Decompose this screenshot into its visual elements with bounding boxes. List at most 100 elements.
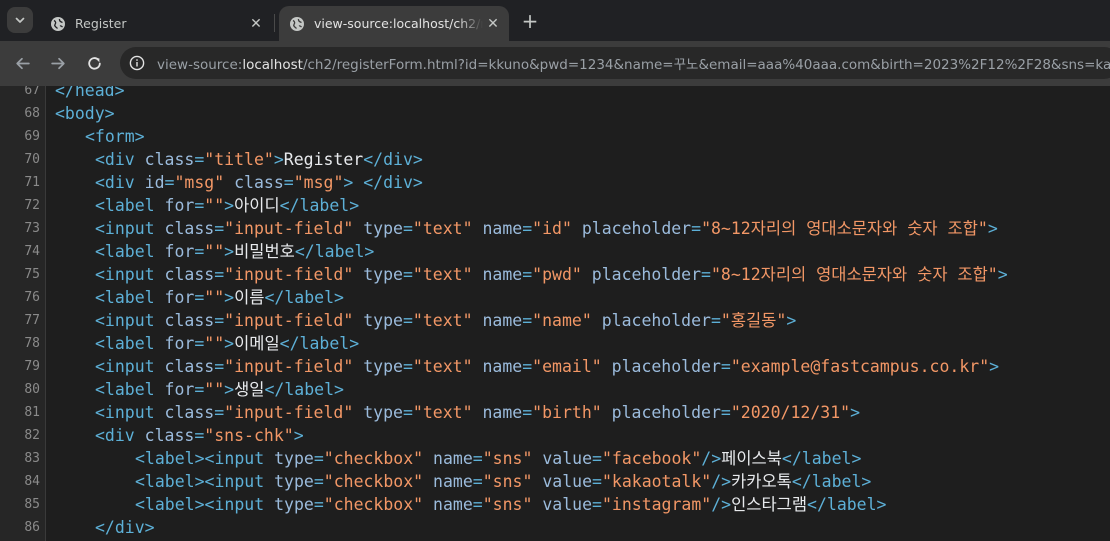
code-token: > — [224, 380, 235, 399]
code-token: > — [850, 403, 861, 422]
globe-favicon-icon — [51, 16, 65, 31]
code-token: = — [402, 219, 413, 238]
code-token: value — [542, 449, 593, 468]
code-token: = — [522, 311, 533, 330]
source-line: 76 <label for="">이름</label> — [0, 286, 1110, 309]
code-text: <input class="input-field" type="text" n… — [95, 309, 796, 332]
url-path: /ch2/registerForm.html?id=kkuno&pwd=1234… — [302, 57, 1110, 73]
reload-button[interactable] — [81, 50, 107, 76]
url-host: localhost — [242, 57, 303, 73]
code-token: "input-field" — [224, 265, 354, 284]
tab-view-source[interactable]: view-source:localhost/ch2/registerForm.h… — [279, 6, 509, 41]
tab-title: view-source:localhost/ch2/registerForm.h… — [314, 16, 483, 31]
code-token: > — [224, 334, 235, 353]
code-token: = — [720, 357, 731, 376]
code-token: <form> — [85, 127, 145, 146]
close-icon[interactable]: ✕ — [246, 14, 266, 34]
code-token: = — [194, 196, 205, 215]
browser-toolbar: view-source:localhost/ch2/registerForm.h… — [0, 41, 1110, 86]
code-token: "text" — [412, 403, 473, 422]
code-token: class — [164, 311, 215, 330]
code-token: = — [522, 357, 533, 376]
code-token: name — [482, 219, 523, 238]
code-token: class — [164, 403, 215, 422]
line-number: 80 — [24, 382, 40, 397]
code-text: <label for="">비밀번호</label> — [95, 240, 374, 263]
code-token: = — [402, 403, 413, 422]
code-token: 이름 — [234, 288, 265, 307]
forward-button[interactable] — [45, 50, 71, 76]
close-icon[interactable]: ✕ — [483, 14, 503, 34]
url-scheme: view-source: — [157, 57, 243, 73]
code-token: = — [592, 495, 602, 514]
code-token: placeholder — [601, 311, 711, 330]
code-token: = — [472, 495, 483, 514]
code-token: </label> — [264, 288, 344, 307]
code-token: <label — [95, 288, 165, 307]
line-number: 67 — [24, 86, 40, 98]
code-token: 인스타그램 — [731, 495, 808, 514]
source-line: 74 <label for="">비밀번호</label> — [0, 240, 1110, 263]
new-tab-icon[interactable]: + — [518, 9, 542, 33]
code-token: = — [214, 403, 225, 422]
code-token: name — [433, 495, 473, 514]
source-line: 81 <input class="input-field" type="text"… — [0, 401, 1110, 424]
code-token: = — [402, 311, 413, 330]
source-line: 77 <input class="input-field" type="text"… — [0, 309, 1110, 332]
source-line: 72 <label for="">아이디</label> — [0, 194, 1110, 217]
code-token: <label><input — [135, 495, 275, 514]
code-token: = — [313, 472, 324, 491]
code-token: > — [224, 196, 235, 215]
code-token: = — [194, 334, 205, 353]
code-text: <label for="">이메일</label> — [95, 332, 359, 355]
code-token: for — [164, 288, 195, 307]
line-number: 78 — [24, 336, 40, 351]
code-token: "kakaotalk" — [601, 472, 712, 491]
code-token: = — [522, 219, 533, 238]
code-token: <input — [95, 219, 165, 238]
source-line: 84 <label><input type="checkbox" name="sn… — [0, 470, 1110, 493]
code-token: </label> — [807, 495, 887, 514]
tab-search-icon — [15, 17, 25, 23]
code-token: <label — [95, 242, 165, 261]
code-token: <label — [95, 380, 165, 399]
code-token: > — [224, 288, 235, 307]
code-token: </label> — [264, 380, 344, 399]
code-text: <label for="">이름</label> — [95, 286, 344, 309]
code-token: = — [214, 357, 225, 376]
tab-search-button[interactable] — [7, 7, 33, 33]
code-text: <div class="title">Register</div> — [95, 148, 423, 171]
tab-register[interactable]: Register ✕ — [40, 6, 272, 41]
line-number: 70 — [24, 152, 40, 167]
code-token: value — [542, 495, 593, 514]
line-number: 85 — [24, 497, 40, 512]
code-token: = — [283, 173, 294, 192]
line-number: 79 — [24, 359, 40, 374]
code-token: = — [214, 219, 225, 238]
source-line: 70 <div class="title">Register</div> — [0, 148, 1110, 171]
line-number: 71 — [24, 175, 40, 190]
site-info-icon[interactable] — [129, 55, 145, 71]
line-number: 86 — [24, 520, 40, 535]
code-token: "text" — [412, 311, 473, 330]
code-token: "" — [204, 242, 225, 261]
code-token: <label — [95, 334, 165, 353]
back-button[interactable] — [9, 50, 35, 76]
code-token: for — [164, 196, 195, 215]
source-line: 71 <div id="msg" class="msg"> </div> — [0, 171, 1110, 194]
code-token: /> — [711, 495, 732, 514]
address-bar[interactable]: view-source:localhost/ch2/registerForm.h… — [120, 47, 1110, 79]
line-number: 82 — [24, 428, 40, 443]
code-token: class — [234, 173, 284, 192]
source-line: 67 </head> — [0, 86, 1110, 102]
source-line: 86 </div> — [0, 516, 1110, 539]
code-token: "input-field" — [224, 403, 354, 422]
back-arrow-icon — [15, 57, 30, 69]
line-number: 69 — [24, 129, 40, 144]
code-token: "example@fastcampus.co.kr" — [730, 357, 990, 376]
